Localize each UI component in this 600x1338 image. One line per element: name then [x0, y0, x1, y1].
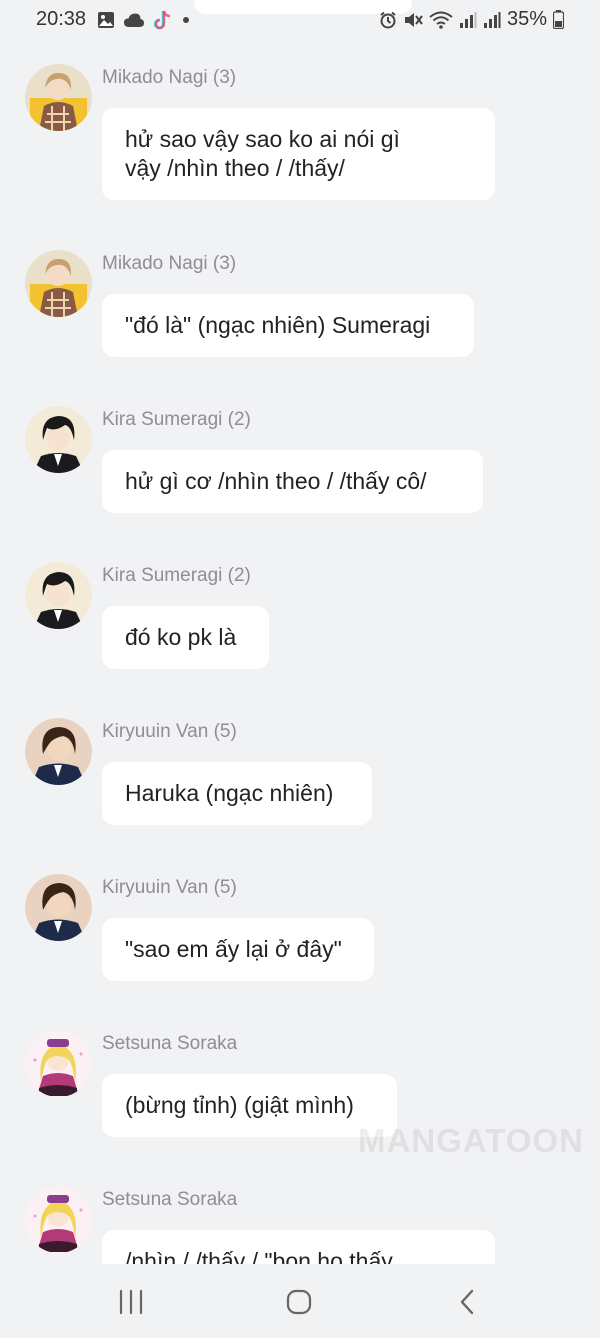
mikado-nagi-avatar[interactable]	[25, 250, 92, 317]
message-text-line: "đó là" (ngạc nhiên) Sumeragi	[125, 312, 431, 338]
mikado-nagi-avatar[interactable]	[25, 64, 92, 131]
setsuna-soraka-avatar[interactable]	[25, 1186, 92, 1253]
status-time: 20:38	[36, 8, 87, 30]
navigation-bar	[0, 1264, 600, 1338]
kira-sumeragi-avatar[interactable]	[25, 406, 92, 473]
sender-name: Kiryuuin Van (5)	[102, 721, 237, 742]
notification-icons	[97, 9, 191, 31]
battery-percent: 35%	[506, 8, 547, 30]
message-bubble[interactable]: hử gì cơ /nhìn theo / /thấy cô/	[102, 450, 483, 513]
watermark: MANGATOON	[358, 1122, 584, 1159]
cloud-icon	[124, 13, 144, 27]
kiryuuin-van-avatar[interactable]	[25, 874, 92, 941]
sender-name: Kiryuuin Van (5)	[102, 877, 237, 898]
message-text-line: (bừng tỉnh) (giật mình)	[125, 1092, 354, 1118]
sender-name: Setsuna Soraka	[102, 1033, 238, 1054]
home-button[interactable]	[279, 1286, 319, 1318]
message-text-line: đó ko pk là	[125, 624, 237, 650]
message-bubble[interactable]: hử sao vậy sao ko ai nói gì vậy /nhìn th…	[102, 108, 495, 200]
recent-apps-icon	[119, 1289, 143, 1315]
home-icon	[286, 1289, 312, 1315]
message-text-line: hử gì cơ /nhìn theo / /thấy cô/	[125, 468, 427, 494]
message-bubble[interactable]: Haruka (ngạc nhiên)	[102, 762, 372, 825]
kiryuuin-van-avatar[interactable]	[25, 718, 92, 785]
status-bar: 20:38 35%	[0, 0, 600, 40]
tiktok-icon	[153, 10, 171, 30]
sender-name: Kira Sumeragi (2)	[102, 565, 251, 586]
kira-sumeragi-avatar[interactable]	[25, 562, 92, 629]
signal-icon	[483, 11, 501, 28]
sender-name: Kira Sumeragi (2)	[102, 409, 251, 430]
wifi-icon	[429, 11, 453, 29]
setsuna-soraka-avatar[interactable]	[25, 1030, 92, 1097]
battery-icon	[553, 10, 564, 29]
alarm-icon	[380, 11, 396, 28]
message-bubble[interactable]: "sao em ấy lại ở đây"	[102, 918, 374, 981]
message-text-line: hử sao vậy sao ko ai nói gì	[125, 126, 400, 152]
sender-name: Setsuna Soraka	[102, 1189, 238, 1210]
message-text-line: "sao em ấy lại ở đây"	[125, 936, 342, 962]
sender-name: Mikado Nagi (3)	[102, 253, 237, 274]
gallery-icon	[98, 12, 114, 28]
sender-name: Mikado Nagi (3)	[102, 67, 237, 88]
mute-icon	[404, 12, 423, 27]
message-bubble[interactable]: "đó là" (ngạc nhiên) Sumeragi	[102, 294, 474, 357]
message-text-line: Haruka (ngạc nhiên)	[125, 780, 334, 806]
signal-icon	[459, 11, 477, 28]
system-icons: 35%	[379, 8, 564, 31]
back-icon	[460, 1289, 474, 1315]
back-button[interactable]	[447, 1286, 487, 1318]
dot-icon	[183, 17, 189, 23]
message-text-line: vậy /nhìn theo / /thấy/	[125, 155, 345, 181]
message-bubble[interactable]: đó ko pk là	[102, 606, 269, 669]
recent-apps-button[interactable]	[111, 1286, 151, 1318]
message-bubble[interactable]: (bừng tỉnh) (giật mình)	[102, 1074, 397, 1137]
